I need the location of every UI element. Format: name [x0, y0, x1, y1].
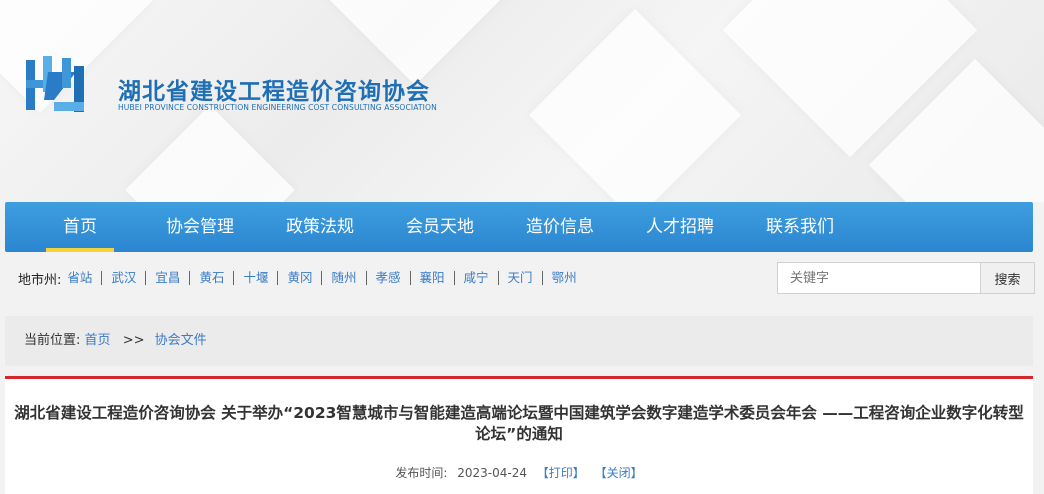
breadcrumb-home-link[interactable]: 首页 — [85, 333, 111, 348]
main-nav: 首页 协会管理 政策法规 会员天地 造价信息 人才招聘 联系我们 — [5, 202, 1033, 252]
hz-logo-icon — [26, 56, 84, 112]
city-link[interactable]: 孝感 — [365, 271, 410, 285]
nav-item-cost-info[interactable]: 造价信息 — [510, 202, 610, 252]
site-subtitle: HUBEI PROVINCE CONSTRUCTION ENGINEERING … — [118, 103, 437, 112]
publish-date: 2023-04-24 — [457, 466, 527, 480]
print-link[interactable]: 【打印】 — [537, 466, 585, 480]
article-title: 湖北省建设工程造价咨询协会 关于举办“2023智慧城市与智能建造高端论坛暨中国建… — [14, 404, 1024, 443]
close-link[interactable]: 【关闭】 — [595, 466, 643, 480]
nav-item-policies[interactable]: 政策法规 — [270, 202, 370, 252]
city-link[interactable]: 黄石 — [189, 271, 233, 285]
breadcrumb-label: 当前位置: — [24, 333, 81, 348]
header-banner: 湖北省建设工程造价咨询协会 HUBEI PROVINCE CONSTRUCTIO… — [0, 0, 1044, 202]
nav-item-association-management[interactable]: 协会管理 — [150, 202, 250, 252]
nav-item-contact[interactable]: 联系我们 — [750, 202, 850, 252]
banner-decoration — [528, 8, 742, 202]
city-link[interactable]: 十堰 — [233, 271, 277, 285]
breadcrumb-separator: >> — [122, 333, 145, 348]
city-link[interactable]: 鄂州 — [541, 271, 586, 285]
city-link[interactable]: 黄冈 — [277, 271, 321, 285]
breadcrumb: 当前位置: 首页 >> 协会文件 — [5, 316, 1033, 366]
city-link[interactable]: 省站 — [65, 271, 101, 285]
city-link[interactable]: 宜昌 — [145, 271, 189, 285]
site-title: 湖北省建设工程造价咨询协会 — [118, 79, 430, 105]
city-bar-label: 地市州: — [18, 272, 62, 288]
nav-item-members[interactable]: 会员天地 — [390, 202, 490, 252]
city-link[interactable]: 随州 — [321, 271, 365, 285]
search-button[interactable]: 搜索 — [980, 262, 1035, 294]
article-meta: 发布时间: 2023-04-24 【打印】 【关闭】 — [5, 464, 1033, 481]
nav-item-home[interactable]: 首页 — [30, 202, 130, 252]
search-input[interactable] — [777, 262, 981, 294]
city-link[interactable]: 襄阳 — [409, 271, 454, 285]
city-link[interactable]: 武汉 — [101, 271, 145, 285]
banner-decoration — [125, 105, 295, 202]
article-panel: 湖北省建设工程造价咨询协会 关于举办“2023智慧城市与智能建造高端论坛暨中国建… — [5, 376, 1033, 494]
city-bar: 地市州: 省站 武汉 宜昌 黄石 十堰 黄冈 随州 孝感 襄阳 咸宁 天门 鄂州 — [18, 268, 586, 288]
city-link[interactable]: 咸宁 — [453, 271, 498, 285]
breadcrumb-current-link[interactable]: 协会文件 — [155, 333, 207, 348]
nav-item-recruitment[interactable]: 人才招聘 — [630, 202, 730, 252]
publish-date-label: 发布时间: — [395, 466, 448, 480]
city-link[interactable]: 天门 — [497, 271, 542, 285]
